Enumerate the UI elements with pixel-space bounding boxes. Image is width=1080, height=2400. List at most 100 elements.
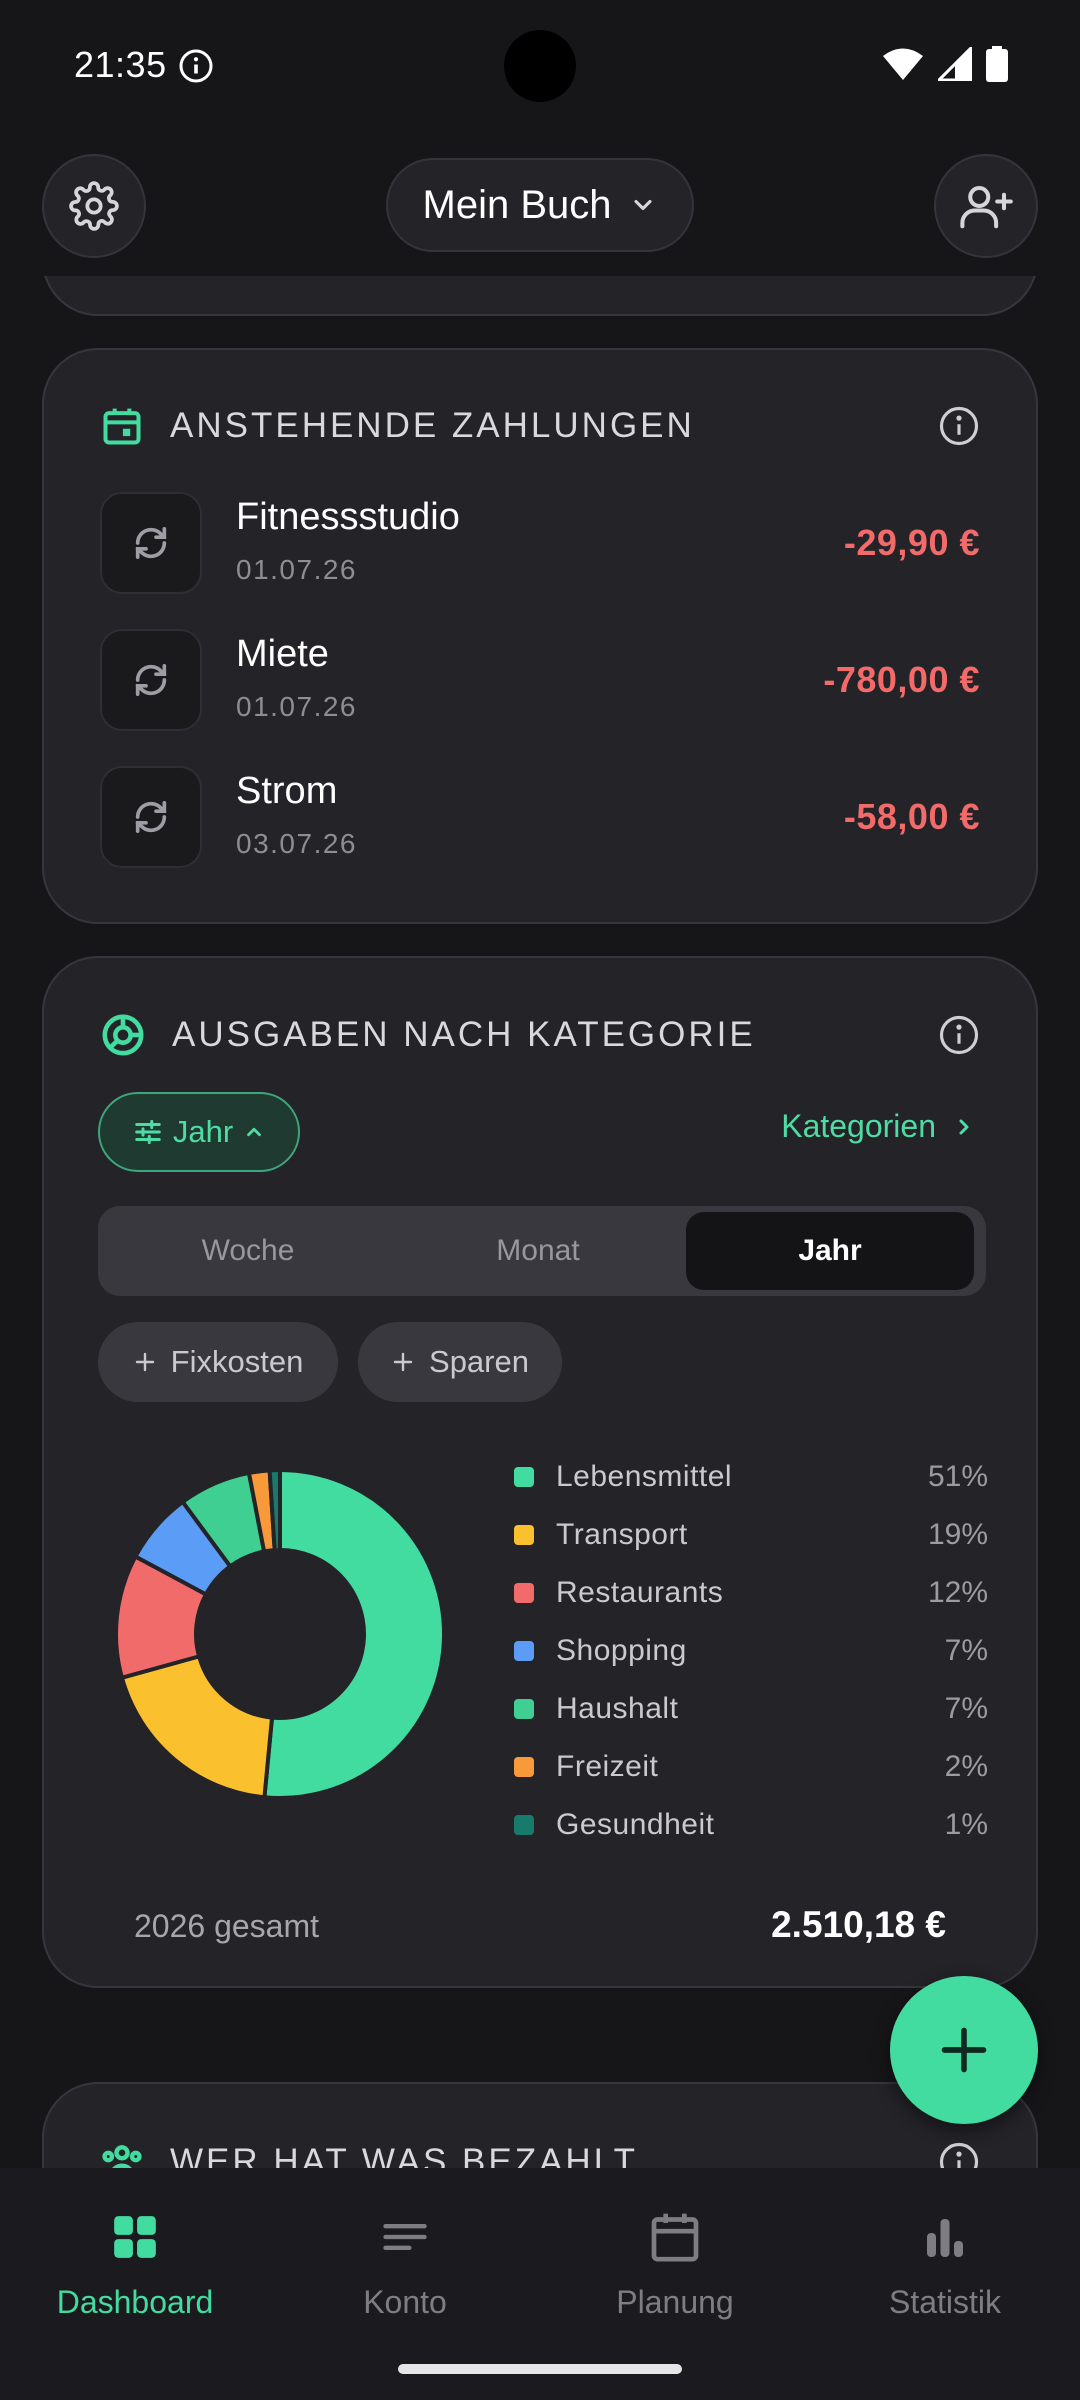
who-paid-card: WER HAT WAS BEZAHLT <box>42 2082 1038 2168</box>
nav-dashboard[interactable]: Dashboard <box>0 2202 270 2342</box>
nav-account-label: Konto <box>363 2284 447 2320</box>
invite-member-button[interactable] <box>934 154 1038 258</box>
legend-swatch <box>514 1467 534 1487</box>
chevron-up-icon <box>247 1127 262 1137</box>
book-selector[interactable]: Mein Buch <box>386 158 694 252</box>
payment-icon-box <box>100 766 202 868</box>
legend-swatch <box>514 1641 534 1661</box>
gear-icon <box>69 181 119 231</box>
segment-month[interactable]: Monat <box>394 1212 682 1290</box>
nav-account[interactable]: Konto <box>270 2202 540 2342</box>
upcoming-title: ANSTEHENDE ZAHLUNGEN <box>170 406 695 445</box>
legend-swatch <box>514 1815 534 1835</box>
plus-icon <box>941 2027 987 2073</box>
segment-year[interactable]: Jahr <box>686 1212 974 1290</box>
upcoming-payments-card: ANSTEHENDE ZAHLUNGEN Fitnessstudio 01.07… <box>42 348 1038 924</box>
info-icon[interactable] <box>938 405 980 447</box>
legend-label: Gesundheit <box>556 1808 715 1841</box>
chevron-down-icon <box>634 199 653 211</box>
period-segmented-control: Woche Monat Jahr <box>98 1206 986 1296</box>
add-fixed-costs-chip[interactable]: Fixkosten <box>98 1322 338 1402</box>
payment-icon-box <box>100 492 202 594</box>
payment-name: Fitnessstudio <box>236 496 460 538</box>
nav-dashboard-label: Dashboard <box>56 2284 214 2320</box>
camera-cutout <box>504 30 576 102</box>
legend-label: Restaurants <box>556 1576 724 1609</box>
status-icons <box>882 46 1008 82</box>
settings-button[interactable] <box>42 154 146 258</box>
legend-percent: 51% <box>927 1460 988 1493</box>
calendar-icon <box>651 2213 699 2262</box>
legend-item: Lebensmittel 51% <box>514 1448 988 1506</box>
payment-date: 01.07.26 <box>236 554 357 585</box>
home-indicator <box>398 2364 682 2374</box>
donut-slice-transport[interactable] <box>119 1653 275 1800</box>
user-plus-icon <box>960 185 1013 229</box>
payment-amount: -780,00 € <box>823 659 980 700</box>
sliders-icon <box>135 1119 161 1145</box>
plus-icon <box>135 1352 154 1372</box>
book-title: Mein Buch <box>422 182 612 227</box>
wifi-icon <box>883 48 923 80</box>
repeat-icon <box>135 527 167 559</box>
status-time: 21:35 <box>74 44 167 85</box>
calendar-icon <box>103 408 141 445</box>
legend-percent: 19% <box>927 1518 988 1551</box>
legend-percent: 7% <box>944 1634 988 1667</box>
info-icon[interactable] <box>938 1014 980 1056</box>
legend-item: Shopping 7% <box>514 1622 988 1680</box>
who-paid-title: WER HAT WAS BEZAHLT <box>170 2142 638 2168</box>
chevron-right-icon <box>959 1119 969 1134</box>
who-paid-header: WER HAT WAS BEZAHLT <box>100 2140 980 2168</box>
expenses-by-category-card: AUSGABEN NACH KATEGORIE Jahr Kategorien <box>42 956 1038 1988</box>
payment-amount: -29,90 € <box>843 522 980 563</box>
legend-swatch <box>514 1757 534 1777</box>
nav-statistics[interactable]: Statistik <box>810 2202 1080 2342</box>
upcoming-header: ANSTEHENDE ZAHLUNGEN <box>100 404 980 448</box>
dashboard-icon <box>114 2216 156 2258</box>
period-filter-chip[interactable]: Jahr <box>98 1092 300 1172</box>
legend-item: Haushalt 7% <box>514 1680 988 1738</box>
legend-item: Gesundheit 1% <box>514 1796 988 1854</box>
segment-week[interactable]: Woche <box>104 1212 392 1290</box>
legend-item: Restaurants 12% <box>514 1564 988 1622</box>
payment-row[interactable]: Miete 01.07.26 -780,00 € <box>100 629 980 733</box>
info-icon[interactable] <box>938 2141 980 2168</box>
status-bar: 21:35 <box>0 0 1080 130</box>
payment-name: Miete <box>236 633 329 675</box>
legend-swatch <box>514 1525 534 1545</box>
nav-planning-label: Planung <box>616 2284 734 2320</box>
add-transaction-fab[interactable] <box>890 1976 1038 2124</box>
payment-row[interactable]: Fitnessstudio 01.07.26 -29,90 € <box>100 492 980 596</box>
legend-label: Lebensmittel <box>556 1460 733 1493</box>
previous-card <box>42 276 1038 316</box>
payment-name: Strom <box>236 770 338 812</box>
legend-swatch <box>514 1699 534 1719</box>
period-filter-label: Jahr <box>172 1114 234 1149</box>
signal-icon <box>938 47 972 81</box>
plus-icon <box>393 1352 413 1372</box>
group-icon <box>102 2145 142 2168</box>
legend-label: Shopping <box>556 1634 687 1667</box>
category-donut-chart[interactable] <box>112 1466 448 1802</box>
category-legend: Lebensmittel 51% Transport 19% Restaurants 12… <box>514 1448 988 1854</box>
nav-planning[interactable]: Planung <box>540 2202 810 2342</box>
legend-percent: 7% <box>944 1692 988 1725</box>
payment-date: 03.07.26 <box>236 828 357 859</box>
total-label: 2026 gesamt <box>134 1908 320 1944</box>
legend-item: Transport 19% <box>514 1506 988 1564</box>
repeat-icon <box>135 801 167 833</box>
categories-link[interactable]: Kategorien <box>781 1108 976 1145</box>
legend-percent: 12% <box>927 1576 988 1609</box>
dashboard-scroll-area[interactable]: ANSTEHENDE ZAHLUNGEN Fitnessstudio 01.07… <box>0 276 1080 2168</box>
legend-item: Freizeit 2% <box>514 1738 988 1796</box>
payment-amount: -58,00 € <box>843 796 980 837</box>
add-savings-label: Sparen <box>429 1344 529 1379</box>
donut-slice-lebensmittel[interactable] <box>262 1467 446 1800</box>
categories-header: AUSGABEN NACH KATEGORIE <box>100 1012 980 1058</box>
payment-row[interactable]: Strom 03.07.26 -58,00 € <box>100 766 980 870</box>
legend-swatch <box>514 1583 534 1603</box>
add-savings-chip[interactable]: Sparen <box>358 1322 562 1402</box>
payment-date: 01.07.26 <box>236 691 357 722</box>
legend-label: Transport <box>556 1518 688 1551</box>
